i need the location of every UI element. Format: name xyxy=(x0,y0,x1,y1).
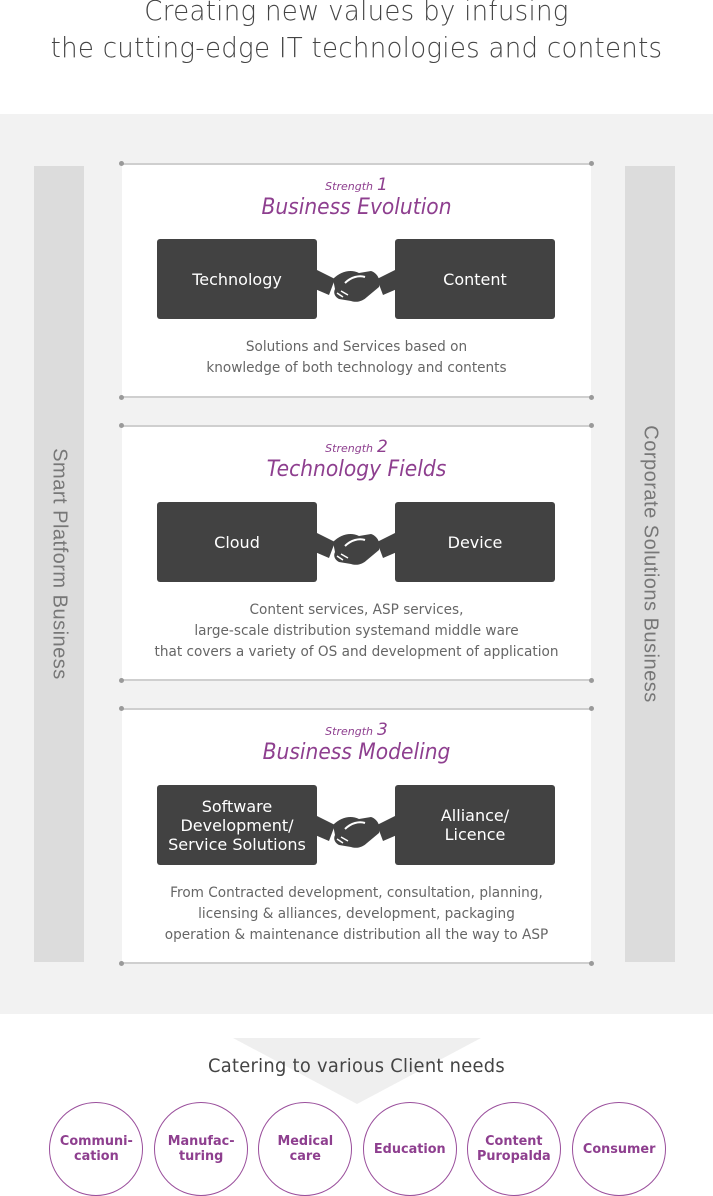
strength-word: Strength xyxy=(325,442,373,455)
pair-box-label: Software Development/ Service Solutions xyxy=(168,796,306,854)
corner-dot xyxy=(119,423,124,428)
strength-number: 1 xyxy=(377,175,388,195)
corporate-solutions-business-label: Corporate Solutions Business xyxy=(639,425,662,703)
pair-box-left: Cloud xyxy=(157,502,317,582)
client-label: Manufac- turing xyxy=(167,1133,235,1164)
handshake-icon xyxy=(315,815,397,848)
description-line: knowledge of both technology and content… xyxy=(206,360,507,376)
strength-title: Business Evolution xyxy=(261,195,452,220)
corner-dot xyxy=(589,423,594,428)
pair-box-right: Device xyxy=(395,502,555,582)
corner-dot xyxy=(119,706,124,711)
pair-box-label: Technology xyxy=(192,269,282,289)
strength-number: 3 xyxy=(377,720,388,740)
client-circle-manufacturing: Manufac- turing xyxy=(154,1102,248,1196)
corner-dot xyxy=(589,961,594,966)
headline-line-1: Creating new values by infusing xyxy=(144,0,569,27)
client-circle-education: Education xyxy=(363,1102,457,1196)
pair-box-left: Technology xyxy=(157,239,317,319)
client-circle-medical-care: Medical care xyxy=(258,1102,352,1196)
description-line: that covers a variety of OS and developm… xyxy=(154,644,559,660)
corner-dot xyxy=(119,395,124,400)
headline-line-2: the cutting-edge IT technologies and con… xyxy=(50,31,663,64)
strength-title: Business Modeling xyxy=(262,740,451,765)
smart-platform-business-label: Smart Platform Business xyxy=(48,448,71,680)
description-line: Solutions and Services based on xyxy=(245,339,468,355)
client-circle-content: Content Puropalda xyxy=(467,1102,561,1196)
strength-label: Strength 3 xyxy=(122,720,591,740)
strength-word: Strength xyxy=(325,725,373,738)
handshake-icon xyxy=(315,269,397,302)
pair-box-right: Alliance/ Licence xyxy=(395,785,555,865)
headline: Creating new values by infusing the cutt… xyxy=(25,0,688,66)
strength-label: Strength 2 xyxy=(122,437,591,457)
pair-box-right: Content xyxy=(395,239,555,319)
description-line: licensing & alliances, development, pack… xyxy=(198,906,515,922)
handshake-icon xyxy=(315,532,397,565)
strength-card-3: Strength 3 Business Modeling Software Dev… xyxy=(119,706,594,966)
corner-dot xyxy=(589,161,594,166)
client-label: Content Puropalda xyxy=(477,1133,551,1164)
description-line: operation & maintenance distribution all… xyxy=(164,927,549,943)
corner-dot xyxy=(119,961,124,966)
client-needs-list: Communi- cation Manufac- turing Medical … xyxy=(49,1102,669,1196)
smart-platform-business-bar: Smart Platform Business xyxy=(34,166,84,962)
strength-card-2: Strength 2 Technology Fields Cloud Device… xyxy=(119,423,594,683)
pair-box-label: Content xyxy=(443,269,507,289)
corporate-solutions-business-bar: Corporate Solutions Business xyxy=(625,166,675,962)
pair-box-label: Alliance/ Licence xyxy=(440,806,510,844)
description-line: Content services, ASP services, xyxy=(249,602,464,618)
corner-dot xyxy=(119,161,124,166)
strength-word: Strength xyxy=(325,180,373,193)
strength-label: Strength 1 xyxy=(122,175,591,195)
client-label: Consumer xyxy=(582,1140,656,1157)
strength-description: Solutions and Services based on knowledg… xyxy=(136,337,577,379)
client-label: Medical care xyxy=(277,1133,333,1164)
strength-title: Technology Fields xyxy=(266,457,447,482)
clients-title: Catering to various Client needs xyxy=(207,1055,506,1077)
pair-box-left: Software Development/ Service Solutions xyxy=(157,785,317,865)
client-label: Education xyxy=(374,1140,446,1157)
client-label: Communi- cation xyxy=(59,1133,133,1164)
corner-dot xyxy=(119,678,124,683)
client-circle-communication: Communi- cation xyxy=(49,1102,143,1196)
corner-dot xyxy=(589,395,594,400)
description-line: large-scale distribution systemand middl… xyxy=(194,623,519,639)
corner-dot xyxy=(589,706,594,711)
description-line: From Contracted development, consultatio… xyxy=(170,885,543,901)
pair-box-label: Cloud xyxy=(214,532,260,552)
strength-description: From Contracted development, consultatio… xyxy=(136,883,577,946)
strength-number: 2 xyxy=(377,437,388,457)
pair-box-label: Device xyxy=(447,532,503,552)
strength-card-1: Strength 1 Business Evolution Technology … xyxy=(119,161,594,400)
client-circle-consumer: Consumer xyxy=(572,1102,666,1196)
strength-description: Content services, ASP services, large-sc… xyxy=(136,600,577,663)
corner-dot xyxy=(589,678,594,683)
